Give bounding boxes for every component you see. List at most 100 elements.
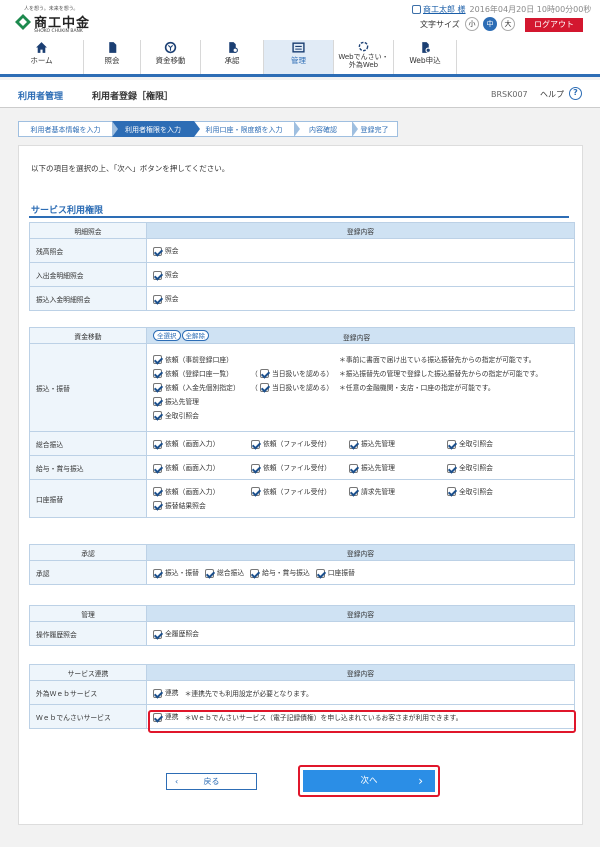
checkbox-checked-icon[interactable] [447,463,456,473]
checkbox-checked-icon[interactable] [153,463,162,473]
checkbox-item[interactable]: 照会 [153,269,179,280]
checkbox-item[interactable]: 連携 [153,687,179,698]
checkbox-item[interactable]: 依頼（入金先個別指定） [153,381,251,395]
checkbox-checked-icon[interactable] [250,568,260,578]
checkbox-checked-icon[interactable] [153,501,162,510]
checkbox-item[interactable]: 照会 [153,245,179,256]
font-size-medium-button[interactable]: 中 [483,17,497,31]
button-label: 戻る [203,777,220,786]
checkbox-item[interactable]: 請求先管理 [349,485,447,499]
checkbox-item[interactable]: 依頼（画面入力） [153,438,251,449]
checkbox-item[interactable]: 依頼（ファイル受付） [251,485,349,499]
approval-table: 承認 登録内容 承認 振込・振替 総合振込 給与・賞与振込 口座振替 [29,544,575,585]
nav-web-densai[interactable]: Webでんさい・ 外為Web [333,40,393,74]
checkbox-checked-icon[interactable] [349,487,358,496]
step-label: 内容確認 [309,126,337,134]
column-header: 登録内容 [146,605,575,622]
step-4: 内容確認 [294,121,358,137]
checkbox-checked-icon[interactable] [153,411,162,420]
checkbox-label: 依頼（入金先個別指定） [165,383,240,392]
next-button[interactable]: 次へ › [303,770,435,792]
checkbox-checked-icon[interactable] [349,439,358,449]
checkbox-item[interactable]: 依頼（ファイル受付） [251,438,349,449]
checkbox-checked-icon[interactable] [153,369,162,378]
checkbox-checked-icon[interactable] [153,383,162,392]
select-all-button[interactable]: 全選択 [153,330,181,341]
nav-spacer [456,40,600,74]
checkbox-checked-icon[interactable] [153,355,162,364]
checkbox-item[interactable]: 振替結果照会 [153,499,206,513]
nav-web-application[interactable]: Web申込 [393,40,456,74]
logout-button[interactable]: ログアウト [525,18,583,32]
checkbox-item[interactable]: 振込先管理 [349,438,447,449]
help-icon[interactable]: ? [569,87,582,100]
checkbox-checked-icon[interactable] [153,246,162,256]
row-label: 外為Ｗｅｂサービス [29,680,147,705]
checkbox-item[interactable]: 依頼（画面入力） [153,462,251,473]
nav-home[interactable]: ホーム [0,40,83,74]
checkbox-item[interactable]: 総合振込 [204,567,244,578]
checkbox-item[interactable]: 口座振替 [315,567,355,578]
step-2-current: 利用者権限を入力 [112,121,200,137]
checkbox-checked-icon[interactable] [251,439,260,449]
checkbox-item[interactable]: 依頼（ファイル受付） [251,462,349,473]
checkbox-checked-icon[interactable] [259,369,269,378]
checkbox-item[interactable]: 振込・振替 [153,567,199,578]
user-name-link[interactable]: 商工太郎 様 [423,5,466,14]
clear-all-button[interactable]: 全解除 [181,330,209,341]
checkbox-item[interactable]: 全取引照会 [447,438,493,449]
checkbox-item[interactable]: 依頼（事前登録口座） [153,353,339,367]
nav-inquiry[interactable]: 照会 [83,40,140,74]
checkbox-checked-icon[interactable] [447,439,456,449]
checkbox-checked-icon[interactable] [153,487,162,496]
checkbox-label: 依頼（画面入力） [165,487,220,496]
checkbox-checked-icon[interactable] [153,629,162,639]
checkbox-label: 依頼（ファイル受付） [263,487,331,496]
checkbox-item[interactable]: 全取引照会 [447,462,493,473]
checkbox-checked-icon[interactable] [204,568,214,578]
checkbox-checked-icon[interactable] [447,487,456,496]
home-icon [36,42,47,53]
back-button[interactable]: ‹ 戻る [166,773,257,790]
step-arrow [352,121,358,137]
checkbox-item[interactable]: 全履歴照会 [153,628,199,639]
nav-approval[interactable]: 承認 [200,40,263,74]
step-label: 登録完了 [360,126,389,134]
checkbox-item[interactable]: 照会 [153,293,179,304]
font-size-small-button[interactable]: 小 [465,17,479,31]
note-text: ＊連携先でも利用設定が必要となります。 [184,689,313,698]
checkbox-checked-icon[interactable] [251,463,260,473]
nav-funds-transfer[interactable]: 資金移動 [140,40,200,74]
checkbox-checked-icon[interactable] [153,568,162,578]
note-text: ＊振込振替先の管理で登録した振込振替先からの指定が可能です。 [339,369,543,378]
checkbox-checked-icon[interactable] [153,270,162,280]
checkbox-item[interactable]: 依頼（登録口座一覧） [153,367,251,381]
checkbox-checked-icon[interactable] [349,463,358,473]
checkbox-item[interactable]: 振込先管理 [153,395,199,409]
checkbox-item[interactable]: 振込先管理 [349,462,447,473]
font-size-large-button[interactable]: 大 [501,17,515,31]
checkbox-item[interactable]: 依頼（画面入力） [153,485,251,499]
web-densai-icon [358,41,369,52]
checkbox-checked-icon[interactable] [251,487,260,496]
nav-management[interactable]: 管理 [263,40,333,74]
column-header: 登録内容 [146,664,575,681]
user-info: 商工太郎 様 2016年04月20日 10時00分00秒 [412,4,591,15]
checkbox-item[interactable]: 全取引照会 [153,409,199,423]
checkbox-item[interactable]: 給与・賞与振込 [250,567,310,578]
login-datetime: 2016年04月20日 10時00分00秒 [469,5,592,14]
checkbox-checked-icon[interactable] [315,568,325,578]
checkbox-checked-icon[interactable] [153,439,162,449]
checkbox-checked-icon[interactable] [153,397,162,406]
web-application-icon [421,42,431,53]
checkbox-label: 全取引照会 [459,487,493,496]
help-link[interactable]: ヘルプ [540,89,564,100]
checkbox-checked-icon[interactable] [259,383,269,392]
page-title-bar: 利用者管理 利用者登録［権限］ BRSK007 ヘルプ ? [0,80,600,108]
checkbox-checked-icon[interactable] [153,688,162,698]
checkbox-checked-icon[interactable] [153,294,162,304]
column-header: 資金移動 [29,327,147,344]
highlight-frame [148,710,576,733]
row-label: 振込入金明細照会 [29,286,147,311]
checkbox-item[interactable]: 全取引照会 [447,485,493,499]
